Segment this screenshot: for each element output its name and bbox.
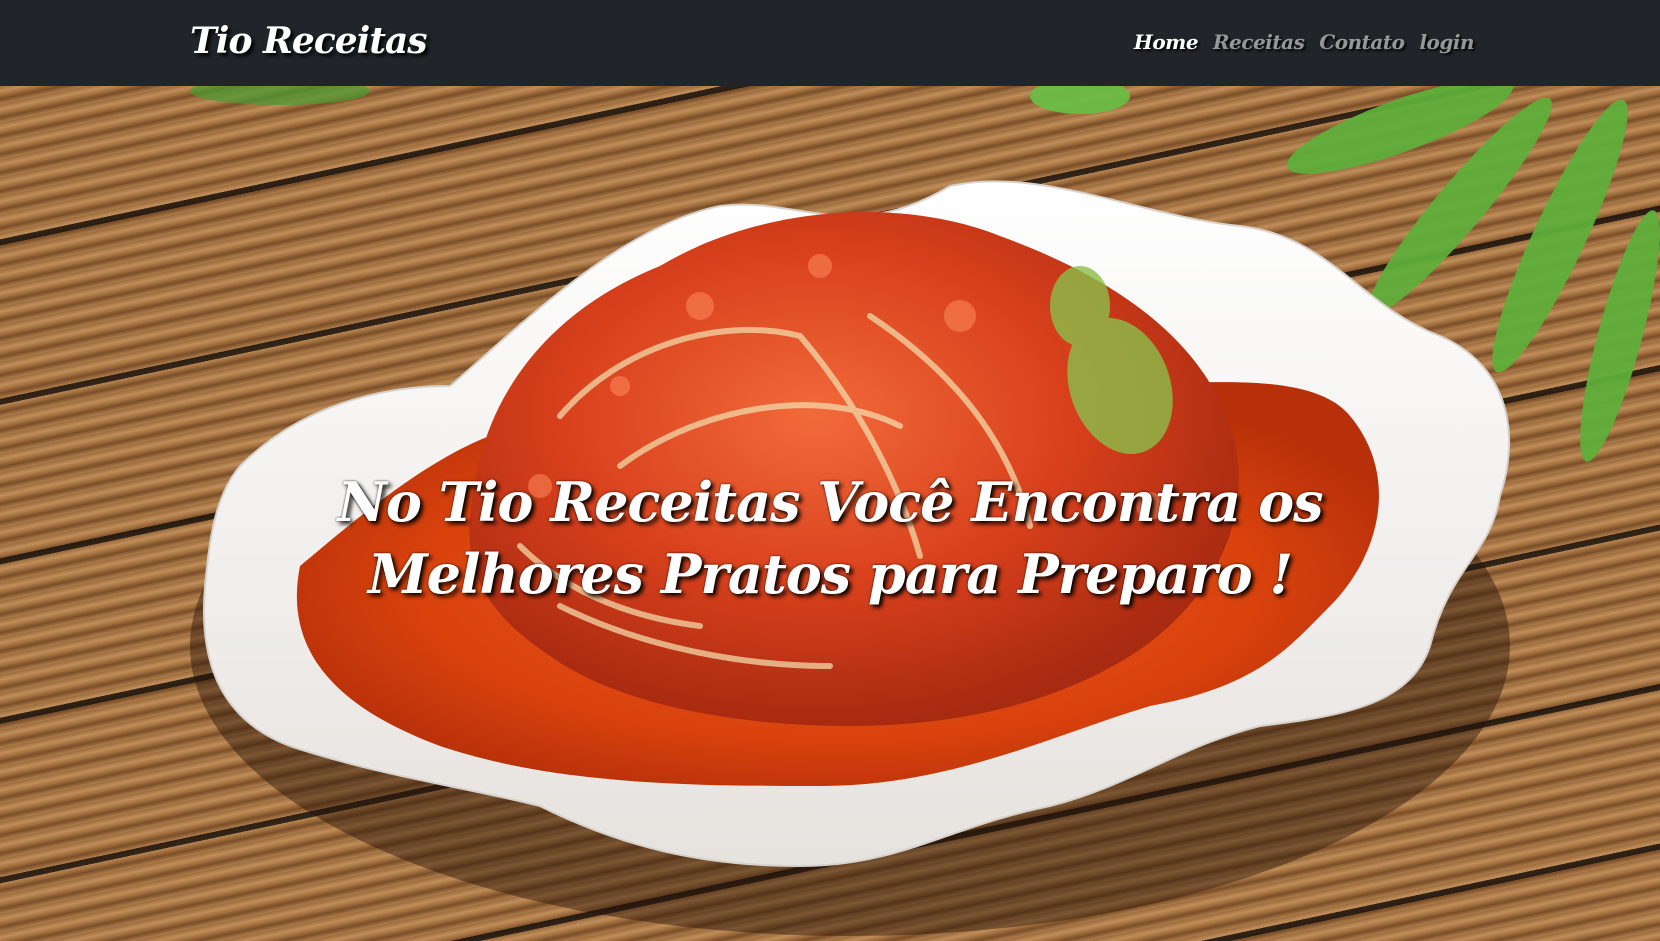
nav-link-login[interactable]: login: [1419, 30, 1474, 54]
nav-link-receitas[interactable]: Receitas: [1213, 30, 1305, 54]
nav-link-home[interactable]: Home: [1134, 30, 1199, 54]
nav-link-contato[interactable]: Contato: [1319, 30, 1405, 54]
top-navbar: Tio Receitas Home Receitas Contato login: [0, 0, 1660, 86]
nav-links: Home Receitas Contato login: [1134, 30, 1475, 54]
hero-banner: No Tio Receitas Você Encontra os Melhore…: [0, 86, 1660, 941]
hero-headline: No Tio Receitas Você Encontra os Melhore…: [337, 470, 1324, 606]
brand-logo-link[interactable]: Tio Receitas: [190, 20, 428, 62]
